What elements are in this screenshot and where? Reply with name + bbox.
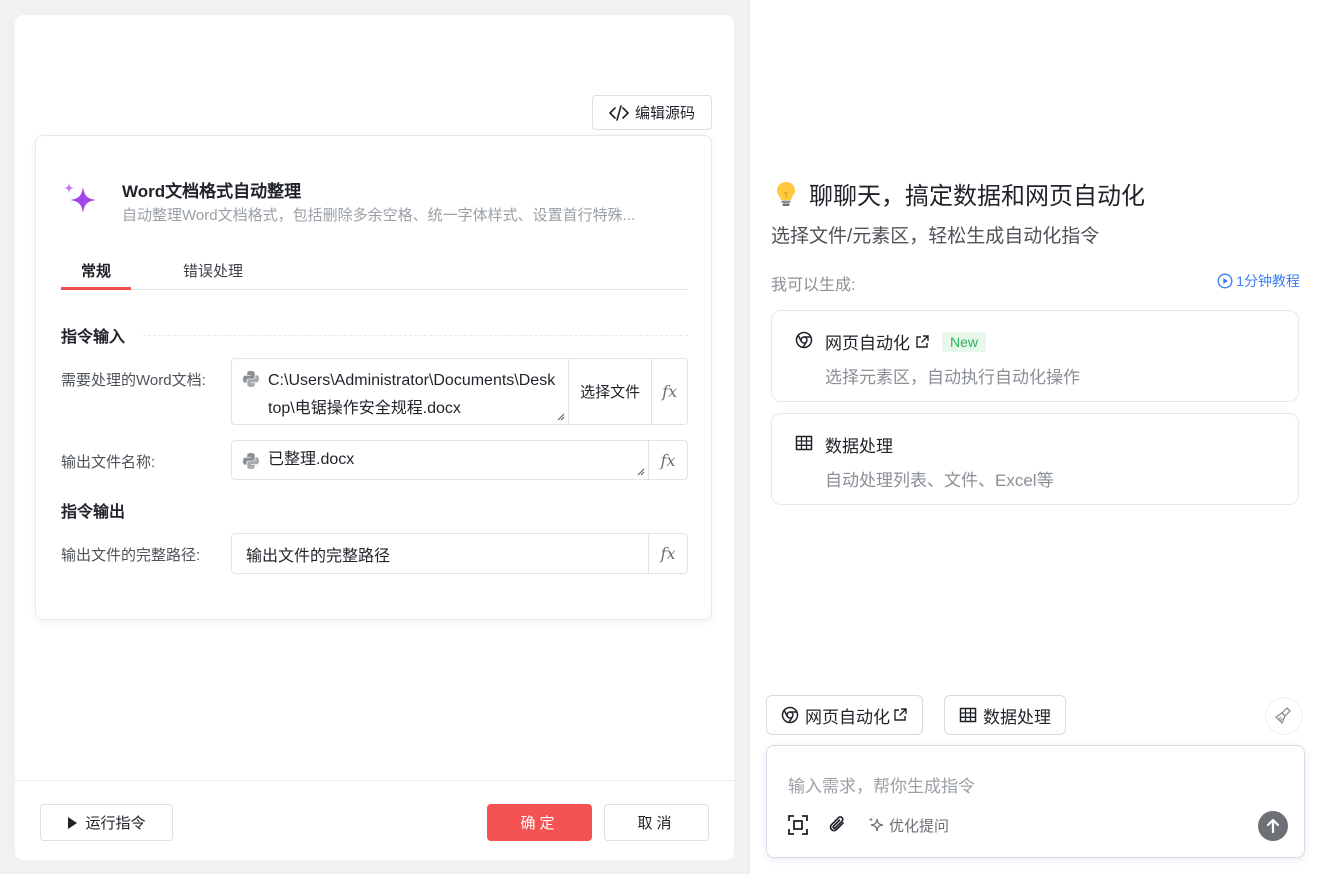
clear-chat-button[interactable] (1265, 697, 1303, 735)
resize-handle-icon[interactable] (637, 468, 645, 476)
broom-icon (1274, 706, 1294, 726)
option-data-processing[interactable]: 数据处理 自动处理列表、文件、Excel等 (771, 413, 1299, 505)
assistant-title: 聊聊天，搞定数据和网页自动化 (775, 176, 1145, 211)
card-header: Word文档格式自动整理 自动整理Word文档格式，包括删除多余空格、统一字体样… (61, 176, 691, 226)
can-generate-label: 我可以生成: (771, 277, 856, 294)
fx-button[interactable]: fx (651, 359, 687, 424)
python-icon (242, 452, 260, 470)
input-section-heading: 指令输入 (61, 323, 688, 347)
chip-data-processing[interactable]: 数据处理 (944, 695, 1066, 735)
word-doc-input[interactable]: C:\Users\Administrator\Documents\Desktop… (232, 359, 568, 424)
chat-composer: 输入需求，帮你生成指令 优化提问 (766, 745, 1305, 858)
output-path-field: 输出文件的完整路径 fx (231, 533, 688, 574)
screenshot-icon[interactable] (787, 814, 809, 836)
input-section-label: 指令输入 (61, 329, 126, 346)
output-name-input[interactable]: 已整理.docx (232, 441, 648, 479)
tab-general[interactable]: 常规 (61, 260, 131, 290)
assistant-panel: 聊聊天，搞定数据和网页自动化 选择文件/元素区，轻松生成自动化指令 我可以生成:… (749, 0, 1319, 874)
table-icon (959, 706, 977, 724)
optimize-prompt-button[interactable]: 优化提问 (867, 815, 949, 836)
external-link-icon (892, 707, 908, 723)
card-description: 自动整理Word文档格式，包括删除多余空格、统一字体样式、设置首行特殊... (122, 207, 636, 224)
word-doc-label: 需要处理的Word文档: (61, 372, 206, 389)
sparkle-icon (61, 181, 101, 221)
card-title: Word文档格式自动整理 (122, 182, 302, 201)
output-name-label: 输出文件名称: (61, 454, 156, 471)
choose-file-button[interactable]: 选择文件 (568, 359, 651, 424)
option-title-text: 数据处理 (825, 437, 893, 456)
run-command-label: 运行指令 (85, 815, 146, 832)
resize-handle-icon[interactable] (557, 413, 565, 421)
assistant-title-text: 聊聊天，搞定数据和网页自动化 (809, 183, 1145, 210)
new-badge: New (942, 331, 987, 352)
output-name-value: 已整理.docx (268, 451, 355, 468)
python-icon (242, 370, 260, 388)
word-doc-field: C:\Users\Administrator\Documents\Desktop… (231, 358, 688, 425)
option-title: 网页自动化 New (825, 329, 987, 354)
editor-footer: 运行指令 确定 取消 (15, 780, 734, 860)
attachment-icon[interactable] (827, 814, 849, 836)
option-description: 选择元素区，自动执行自动化操作 (825, 368, 1080, 387)
edit-source-button[interactable]: 编辑源码 (592, 95, 712, 130)
divider (143, 334, 688, 336)
chrome-icon (795, 331, 813, 349)
external-link-icon (914, 334, 930, 350)
chip-label: 网页自动化 (805, 707, 890, 727)
chrome-icon (781, 706, 799, 724)
option-title: 数据处理 (825, 432, 893, 457)
option-web-automation[interactable]: 网页自动化 New 选择元素区，自动执行自动化操作 (771, 310, 1299, 402)
fx-button[interactable]: fx (648, 534, 687, 573)
edit-source-label: 编辑源码 (634, 105, 695, 122)
tutorial-label: 1分钟教程 (1236, 273, 1300, 289)
option-title-text: 网页自动化 (825, 334, 910, 353)
code-icon (609, 104, 629, 121)
play-circle-icon (1217, 273, 1233, 289)
cancel-button[interactable]: 取消 (604, 804, 709, 841)
table-icon (795, 434, 813, 452)
optimize-prompt-label: 优化提问 (889, 817, 950, 835)
chip-web-automation[interactable]: 网页自动化 (766, 695, 923, 735)
output-section-heading: 指令输出 (61, 498, 688, 522)
send-button[interactable] (1258, 811, 1288, 841)
run-command-button[interactable]: 运行指令 (40, 804, 173, 841)
composer-toolbar: 优化提问 (787, 814, 949, 836)
tab-error-handling[interactable]: 错误处理 (171, 260, 255, 290)
lightbulb-icon (775, 181, 797, 207)
play-icon (67, 816, 78, 829)
assistant-subtitle: 选择文件/元素区，轻松生成自动化指令 (771, 226, 1100, 247)
output-path-label: 输出文件的完整路径: (61, 547, 201, 564)
tutorial-link[interactable]: 1分钟教程 (1217, 271, 1300, 291)
automation-editor-panel: 编辑源码 Word文档格式自动整理 自动整理Word文档格式，包括删除多余空格、… (15, 15, 734, 860)
chat-input[interactable]: 输入需求，帮你生成指令 (788, 772, 975, 797)
command-config-card: Word文档格式自动整理 自动整理Word文档格式，包括删除多余空格、统一字体样… (35, 135, 712, 620)
option-description: 自动处理列表、文件、Excel等 (825, 471, 1054, 490)
output-path-input[interactable]: 输出文件的完整路径 (232, 534, 648, 573)
confirm-button[interactable]: 确定 (487, 804, 592, 841)
chip-label: 数据处理 (983, 707, 1051, 727)
fx-button[interactable]: fx (648, 441, 687, 479)
tab-bar: 常规 错误处理 (61, 254, 688, 290)
output-section-label: 指令输出 (61, 504, 126, 521)
word-doc-value: C:\Users\Administrator\Documents\Desktop… (268, 372, 556, 417)
output-name-field: 已整理.docx fx (231, 440, 688, 480)
arrow-up-icon (1266, 818, 1280, 834)
sparkle-icon (867, 816, 885, 834)
